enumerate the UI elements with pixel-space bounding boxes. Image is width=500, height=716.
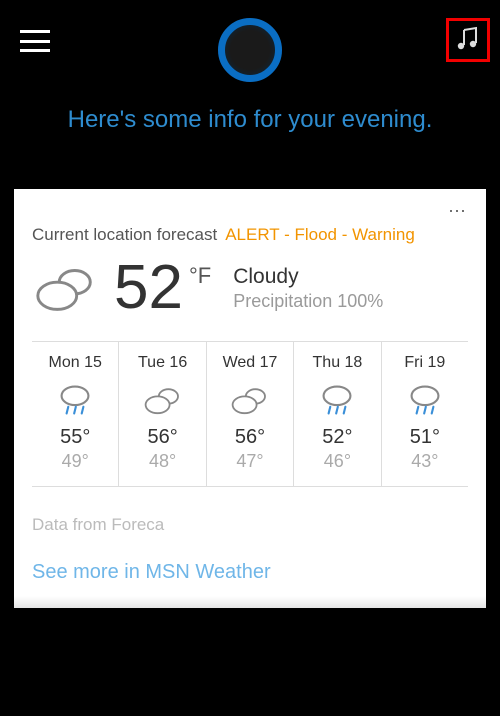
forecast-day-low: 43° xyxy=(386,451,464,472)
data-source-label: Data from Foreca xyxy=(32,515,468,535)
app-header: Here's some info for your evening. xyxy=(0,0,500,175)
current-condition: Cloudy xyxy=(233,265,383,289)
music-notes-icon xyxy=(454,26,482,54)
forecast-day[interactable]: Tue 16 56°48° xyxy=(119,342,206,486)
forecast-day[interactable]: Mon 15 55°49° xyxy=(32,342,119,486)
forecast-day[interactable]: Thu 18 52°46° xyxy=(294,342,381,486)
hamburger-menu-icon[interactable] xyxy=(20,30,50,52)
forecast-day[interactable]: Wed 17 56°47° xyxy=(207,342,294,486)
forecast-day-low: 46° xyxy=(298,451,376,472)
forecast-day-label: Thu 18 xyxy=(298,354,376,372)
forecast-day-high: 51° xyxy=(386,426,464,449)
temp-unit: °F xyxy=(189,263,211,289)
forecast-day-low: 49° xyxy=(36,451,114,472)
current-temp: 52 xyxy=(114,257,183,319)
see-more-link[interactable]: See more in MSN Weather xyxy=(32,561,468,584)
forecast-day-icon xyxy=(123,382,201,418)
forecast-day-icon xyxy=(386,382,464,418)
weather-card: ⋯ Current location forecast ALERT - Floo… xyxy=(14,189,486,608)
forecast-day-high: 56° xyxy=(123,426,201,449)
greeting-text: Here's some info for your evening. xyxy=(48,106,453,134)
forecast-day-low: 47° xyxy=(211,451,289,472)
card-more-button[interactable]: ⋯ xyxy=(448,201,468,222)
forecast-day-low: 48° xyxy=(123,451,201,472)
forecast-day-high: 55° xyxy=(36,426,114,449)
cortana-ring-icon[interactable] xyxy=(218,18,282,82)
forecast-day-icon xyxy=(211,382,289,418)
bottom-fade xyxy=(0,596,500,716)
forecast-day-label: Tue 16 xyxy=(123,354,201,372)
music-recognition-button[interactable] xyxy=(446,18,490,62)
current-weather-row: 52 °F Cloudy Precipitation 100% xyxy=(32,257,468,319)
forecast-grid: Mon 1555°49°Tue 1656°48°Wed 1756°47°Thu … xyxy=(32,341,468,487)
current-precip: Precipitation 100% xyxy=(233,291,383,312)
forecast-day-high: 56° xyxy=(211,426,289,449)
forecast-day-high: 52° xyxy=(298,426,376,449)
forecast-day[interactable]: Fri 19 51°43° xyxy=(382,342,468,486)
current-weather-icon xyxy=(32,262,100,314)
weather-alert[interactable]: ALERT - Flood - Warning xyxy=(225,225,415,245)
forecast-day-label: Mon 15 xyxy=(36,354,114,372)
forecast-day-icon xyxy=(36,382,114,418)
forecast-title: Current location forecast xyxy=(32,225,217,245)
forecast-day-label: Wed 17 xyxy=(211,354,289,372)
forecast-day-label: Fri 19 xyxy=(386,354,464,372)
forecast-day-icon xyxy=(298,382,376,418)
